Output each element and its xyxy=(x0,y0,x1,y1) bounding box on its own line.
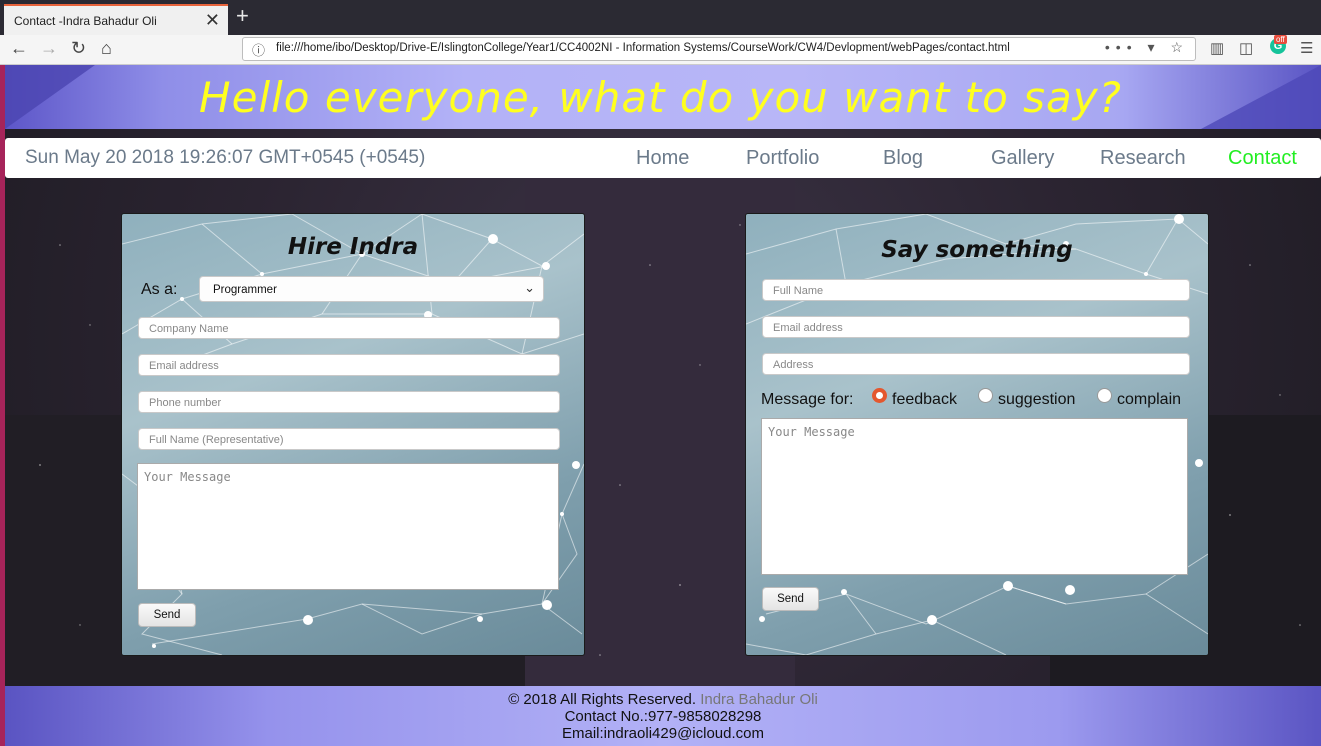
menu-icon[interactable]: ☰ xyxy=(1300,39,1313,57)
nav-blog[interactable]: Blog xyxy=(883,147,923,170)
pocket-icon[interactable]: ▾ xyxy=(1148,39,1161,55)
hire-send-button[interactable]: Send xyxy=(138,603,196,627)
browser-toolbar: ← → ↻ ⌂ ⓘ file:///home/ibo/Desktop/Drive… xyxy=(0,35,1321,65)
hire-form-title: Hire Indra xyxy=(287,234,419,260)
nav-bar: Sun May 20 2018 19:26:07 GMT+0545 (+0545… xyxy=(5,138,1321,178)
reload-icon[interactable]: ↻ xyxy=(71,38,86,59)
current-datetime: Sun May 20 2018 19:26:07 GMT+0545 (+0545… xyxy=(25,147,426,168)
footer: © 2018 All Rights Reserved. Indra Bahadu… xyxy=(5,686,1321,746)
page-actions[interactable]: ••• ▾ ☆ xyxy=(1105,39,1189,56)
nav-home[interactable]: Home xyxy=(636,147,689,170)
url-text: file:///home/ibo/Desktop/Drive-E/Islingt… xyxy=(276,42,1010,54)
role-select-value: Programmer xyxy=(213,284,277,296)
page-body: Hello everyone, what do you want to say?… xyxy=(0,65,1321,746)
phone-input[interactable]: Phone number xyxy=(138,391,560,413)
message-for-label: Message for: xyxy=(761,391,854,408)
copyright-text: © 2018 All Rights Reserved. xyxy=(508,691,697,708)
more-actions-icon[interactable]: ••• xyxy=(1105,39,1138,55)
tab-title: Contact -Indra Bahadur Oli xyxy=(14,14,157,28)
home-icon[interactable]: ⌂ xyxy=(101,38,112,59)
close-tab-icon[interactable]: ✕ xyxy=(205,10,220,31)
say-message-textarea[interactable]: Your Message xyxy=(761,418,1188,575)
bookmark-star-icon[interactable]: ☆ xyxy=(1170,39,1189,55)
say-full-name-input[interactable]: Full Name xyxy=(762,279,1190,301)
hire-form: Hire Indra As a: Programmer ⌄ Company Na… xyxy=(121,213,585,656)
role-select[interactable]: Programmer ⌄ xyxy=(199,276,544,302)
say-email-input[interactable]: Email address xyxy=(762,316,1190,338)
contact-number: Contact No.:977-9858028298 xyxy=(564,708,762,725)
radio-feedback-label[interactable]: feedback xyxy=(892,391,957,409)
contact-email: Email:indraoli429@icloud.com xyxy=(562,725,764,742)
nav-research[interactable]: Research xyxy=(1100,147,1186,170)
representative-name-input[interactable]: Full Name (Representative) xyxy=(138,428,560,450)
nav-portfolio[interactable]: Portfolio xyxy=(746,147,819,170)
radio-suggestion[interactable] xyxy=(978,388,993,403)
new-tab-icon[interactable]: + xyxy=(236,3,249,29)
sidebar-icon[interactable]: ◫ xyxy=(1239,39,1253,57)
radio-feedback[interactable] xyxy=(872,388,887,403)
radio-suggestion-label[interactable]: suggestion xyxy=(998,391,1075,409)
author-name: Indra Bahadur Oli xyxy=(700,691,818,708)
as-a-label: As a: xyxy=(141,281,178,298)
grammarly-off-badge: off xyxy=(1274,35,1287,44)
chevron-down-icon: ⌄ xyxy=(524,280,535,295)
say-send-button[interactable]: Send xyxy=(762,587,819,611)
radio-complain-label[interactable]: complain xyxy=(1117,391,1181,409)
company-name-input[interactable]: Company Name xyxy=(138,317,560,339)
nav-contact[interactable]: Contact xyxy=(1228,147,1297,170)
hire-email-input[interactable]: Email address xyxy=(138,354,560,376)
say-something-form: Say something Full Name Email address Ad… xyxy=(745,213,1209,656)
library-icon[interactable]: ▥ xyxy=(1210,39,1224,57)
radio-complain[interactable] xyxy=(1097,388,1112,403)
nav-gallery[interactable]: Gallery xyxy=(991,147,1054,170)
page-title: Hello everyone, what do you want to say? xyxy=(199,73,1122,122)
browser-tab[interactable]: Contact -Indra Bahadur Oli ✕ xyxy=(4,4,228,35)
site-info-icon[interactable]: ⓘ xyxy=(252,40,265,59)
hire-message-textarea[interactable]: Your Message xyxy=(137,463,559,590)
back-icon[interactable]: ← xyxy=(10,38,28,59)
footer-copyright-line: © 2018 All Rights Reserved. Indra Bahadu… xyxy=(5,691,1321,708)
address-bar[interactable]: ⓘ file:///home/ibo/Desktop/Drive-E/Islin… xyxy=(242,37,1196,61)
browser-tab-bar: Contact -Indra Bahadur Oli ✕ + xyxy=(0,0,1321,35)
say-address-input[interactable]: Address xyxy=(762,353,1190,375)
forward-icon[interactable]: → xyxy=(40,38,58,59)
say-form-title: Say something xyxy=(881,237,1073,263)
